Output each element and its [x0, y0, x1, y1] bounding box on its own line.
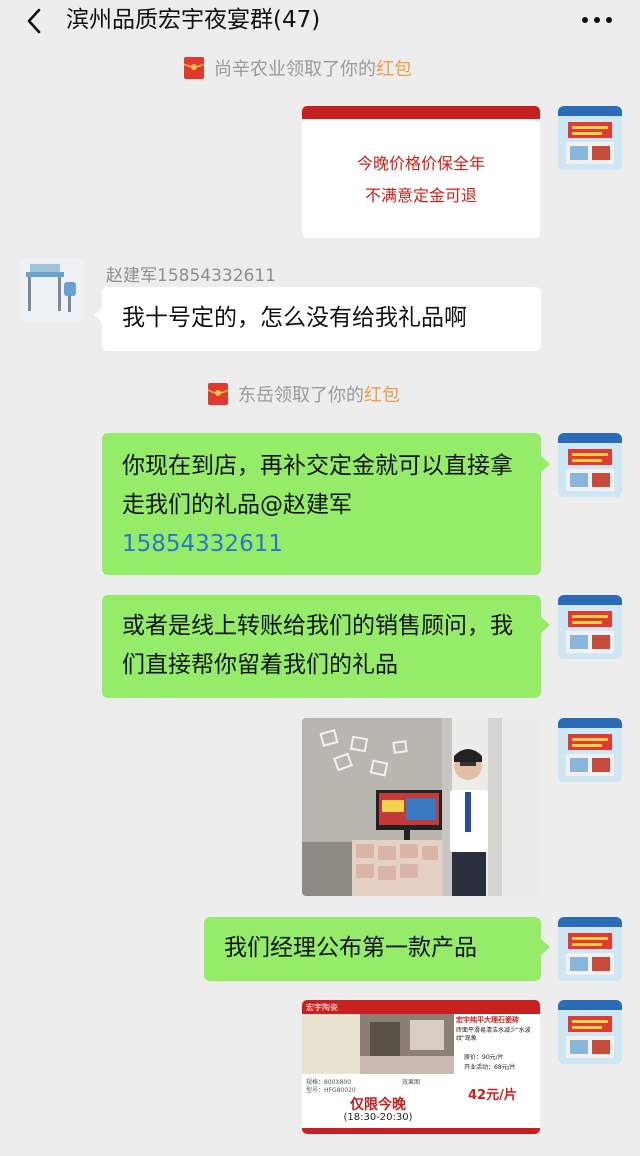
room-effect-image — [360, 1014, 454, 1074]
my-avatar[interactable] — [558, 433, 622, 497]
avatar-image — [558, 433, 622, 497]
outgoing-message-bubble[interactable]: 或者是线上转账给我们的销售顾问，我们直接帮你留着我们的礼品 — [102, 595, 541, 698]
product-name: 宏宇纯平大理石瓷砖 — [456, 1016, 519, 1024]
my-avatar[interactable] — [558, 595, 622, 659]
avatar-image — [558, 1000, 622, 1064]
chat-header: 滨州品质宏宇夜宴群(47) — [0, 0, 640, 44]
avatar-image — [558, 917, 622, 981]
outgoing-message-text: 我们经理公布第一款产品 — [224, 935, 477, 961]
outgoing-message-text: 你现在到店，再补交定金就可以直接拿走我们的礼品@赵建军 — [122, 453, 513, 518]
event-price: 开业活动：68元/片 — [464, 1064, 516, 1071]
back-arrow-icon[interactable] — [20, 6, 50, 36]
original-price: 原价：90元/片 — [464, 1054, 504, 1061]
model-label: 型号：HFG80020 — [306, 1087, 356, 1094]
limit-label: 仅限今晚 — [350, 1097, 406, 1113]
my-avatar[interactable] — [558, 718, 622, 782]
bubble-tail — [541, 617, 550, 633]
my-avatar[interactable] — [558, 917, 622, 981]
sender-avatar[interactable] — [20, 258, 84, 322]
avatar-image — [558, 106, 622, 170]
desk-avatar-image — [20, 258, 84, 322]
red-packet-icon — [207, 383, 229, 405]
showroom-photo — [302, 718, 540, 896]
chat-title: 滨州品质宏宇夜宴群(47) — [66, 7, 321, 33]
time-range: (18:30-20:30) — [343, 1112, 413, 1123]
my-avatar[interactable] — [558, 1000, 622, 1064]
incoming-message-bubble[interactable]: 我十号定的，怎么没有给我礼品啊 — [102, 287, 541, 351]
product-poster-message[interactable]: 宏宇陶瓷 规格：800X800 型号：HFG80020 效果图 仅限今晚 (18… — [302, 1000, 540, 1134]
promo-line-1: 今晚价格价保全年 — [356, 154, 485, 173]
poster-header-bar: 宏宇陶瓷 — [302, 1000, 540, 1014]
product-feature: 砖面平滑易清洁水减少"水波纹"现象 — [456, 1027, 531, 1042]
outgoing-message-bubble[interactable]: 你现在到店，再补交定金就可以直接拿走我们的礼品@赵建军 15854332611 — [102, 433, 541, 575]
system-message-redpacket: 东岳领取了你的 红包 — [206, 379, 400, 409]
system-message-text: 东岳领取了你的 — [238, 385, 364, 406]
incoming-message-text: 我十号定的，怎么没有给我礼品啊 — [122, 305, 467, 331]
more-options-icon[interactable] — [580, 14, 614, 26]
system-message-text: 尚辛农业领取了你的 — [214, 59, 376, 80]
promo-line-2: 不满意定金可退 — [364, 186, 477, 205]
mention-phone-link[interactable]: 15854332611 — [122, 531, 283, 557]
outgoing-message-text: 或者是线上转账给我们的销售顾问，我们直接帮你留着我们的礼品 — [122, 613, 513, 678]
sender-name: 赵建军15854332611 — [106, 266, 276, 286]
photo-message[interactable] — [302, 718, 540, 896]
card-banner — [302, 106, 540, 119]
system-message-redpacket: 尚辛农业领取了你的 红包 — [182, 53, 412, 83]
bubble-tail — [541, 939, 550, 955]
special-price: 42元/片 — [468, 1088, 517, 1103]
poster-brand: 宏宇陶瓷 — [306, 1003, 338, 1012]
bubble-tail — [541, 456, 550, 472]
red-packet-icon — [183, 57, 205, 79]
poster-footer-bar — [302, 1128, 540, 1134]
promo-card-message[interactable]: 今晚价格价保全年 不满意定金可退 — [302, 106, 540, 238]
tile-sample — [302, 1014, 360, 1074]
effect-label: 效果图 — [402, 1079, 421, 1086]
outgoing-message-bubble[interactable]: 我们经理公布第一款产品 — [204, 917, 541, 981]
avatar-image — [558, 718, 622, 782]
redpacket-link[interactable]: 红包 — [376, 55, 412, 81]
avatar-image — [558, 595, 622, 659]
redpacket-link[interactable]: 红包 — [364, 381, 400, 407]
my-avatar[interactable] — [558, 106, 622, 170]
